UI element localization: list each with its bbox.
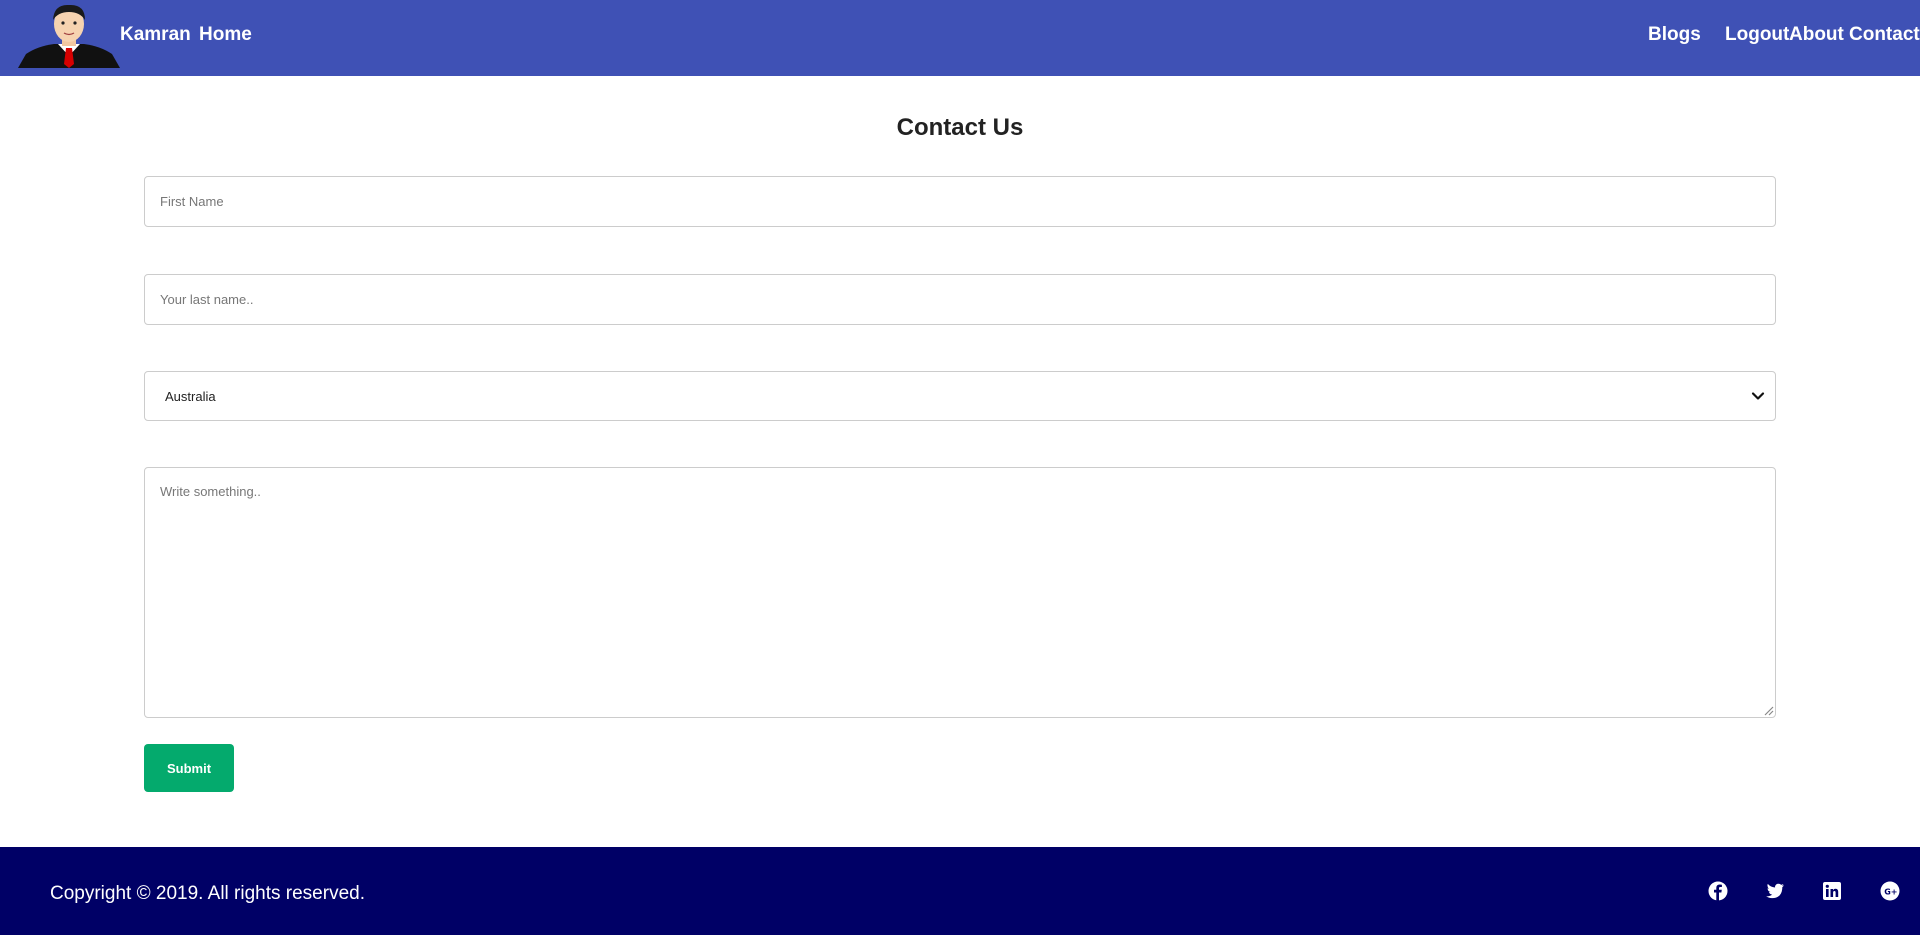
nav-logout-link[interactable]: Logout (1725, 24, 1789, 46)
avatar (18, 4, 120, 68)
brand-name[interactable]: Kamran (120, 24, 191, 46)
country-selected-value: Australia (165, 388, 216, 404)
last-name-input[interactable] (144, 274, 1776, 325)
nav-home-link[interactable]: Home (199, 24, 252, 46)
svg-text:G+: G+ (1884, 888, 1897, 897)
submit-button[interactable]: Submit (144, 744, 234, 792)
message-textarea[interactable] (144, 467, 1776, 718)
top-navbar: Kamran Home Blogs Logout About Contact (0, 0, 1920, 76)
copyright-text: Copyright © 2019. All rights reserved. (50, 883, 365, 904)
first-name-input[interactable] (144, 176, 1776, 227)
chevron-down-icon (1751, 392, 1765, 400)
footer: Copyright © 2019. All rights reserved. G… (0, 847, 1920, 935)
linkedin-icon[interactable] (1822, 881, 1842, 901)
country-select[interactable]: Australia (144, 371, 1776, 421)
facebook-icon[interactable] (1708, 881, 1728, 901)
google-plus-icon[interactable]: G+ (1880, 881, 1900, 901)
nav-about-link[interactable]: About (1789, 24, 1844, 46)
nav-contact-link[interactable]: Contact (1849, 24, 1920, 46)
twitter-icon[interactable] (1765, 881, 1785, 901)
nav-blogs-link[interactable]: Blogs (1648, 24, 1701, 46)
page-title: Contact Us (896, 114, 1024, 141)
resize-handle-icon[interactable] (1762, 704, 1774, 716)
